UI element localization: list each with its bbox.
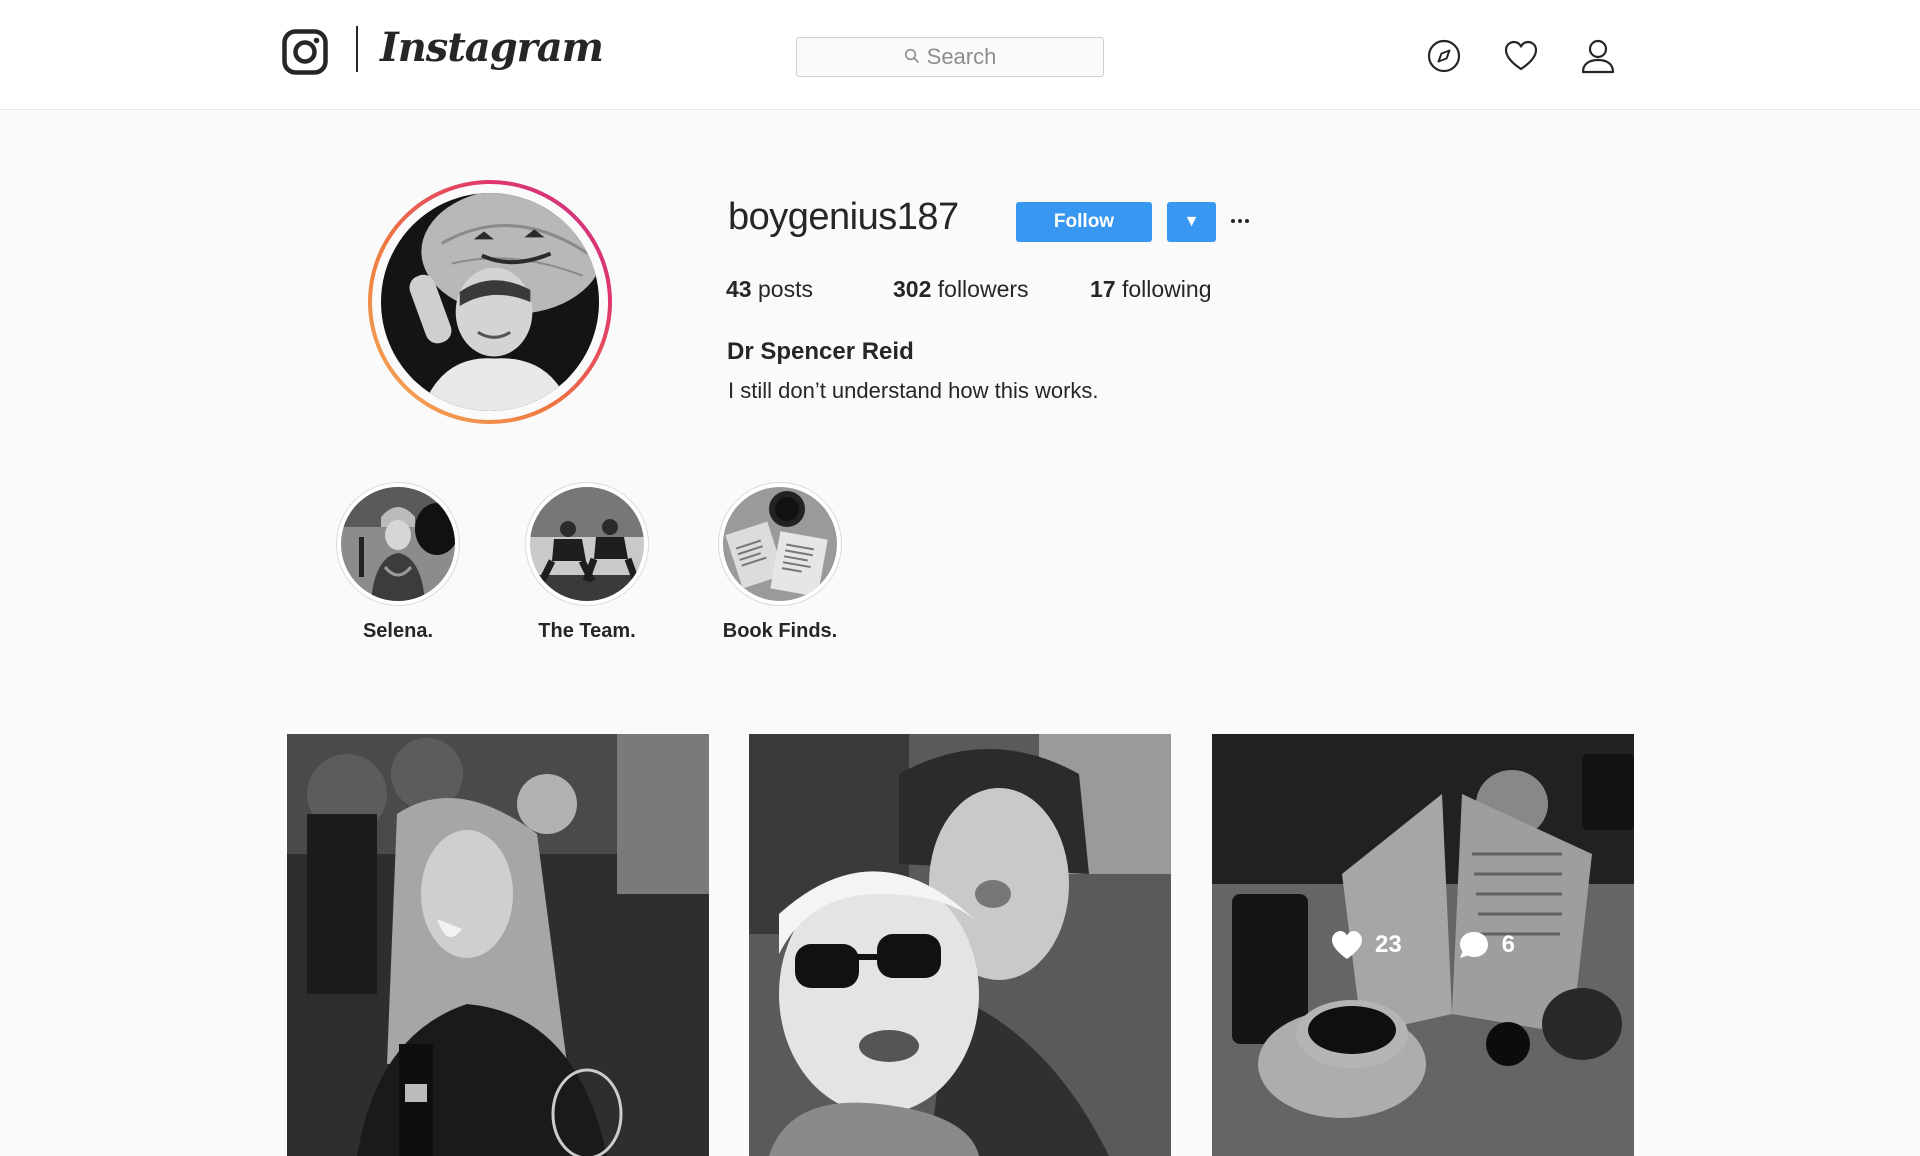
post-thumbnail[interactable] (749, 734, 1171, 1156)
post-thumbnail[interactable]: 23 6 (1212, 734, 1634, 1156)
post-thumbnail[interactable] (287, 734, 709, 1156)
posts-count: 43 (726, 276, 752, 302)
instagram-wordmark[interactable]: Instagram (380, 24, 604, 71)
highlight-the-team[interactable]: The Team. (525, 482, 649, 642)
highlight-photo (723, 487, 837, 601)
comments-count: 6 (1501, 931, 1516, 958)
following-label: following (1121, 276, 1212, 302)
profile-icon[interactable] (1580, 38, 1616, 74)
post-photo (287, 734, 709, 1156)
followers-label: followers (937, 276, 1029, 302)
heart-filled-icon (1331, 931, 1362, 959)
profile-bio: I still don’t understand how this works. (728, 378, 1099, 403)
following-count: 17 (1090, 276, 1116, 302)
more-options-icon[interactable] (1228, 206, 1252, 236)
top-navigation-bar: Instagram Search (0, 0, 1920, 110)
profile-username: boygenius187 (728, 196, 959, 238)
posts-stat: 43 posts (726, 276, 813, 303)
followers-count: 302 (893, 276, 932, 302)
post-photo (749, 734, 1171, 1156)
search-icon (904, 44, 920, 70)
highlight-label: Book Finds. (722, 620, 838, 642)
profile-full-name: Dr Spencer Reid (727, 338, 914, 365)
highlight-selena[interactable]: Selena. (336, 482, 460, 642)
highlight-photo (341, 487, 455, 601)
followers-stat[interactable]: 302 followers (893, 276, 1029, 303)
follow-button[interactable]: Follow (1016, 202, 1152, 242)
search-placeholder: Search (926, 44, 997, 69)
instagram-logo-icon[interactable] (282, 29, 328, 75)
logo-divider (356, 26, 358, 72)
likes-count: 23 (1374, 931, 1402, 958)
compass-icon[interactable] (1426, 38, 1462, 74)
search-input[interactable]: Search (796, 37, 1104, 77)
following-stat[interactable]: 17 following (1090, 276, 1211, 303)
likes-stat: 23 (1331, 930, 1402, 960)
suggested-dropdown-button[interactable]: ▼ (1167, 202, 1216, 242)
comments-stat: 6 (1458, 930, 1515, 960)
posts-label: posts (757, 276, 813, 302)
comment-filled-icon (1459, 932, 1488, 958)
post-hover-overlay: 23 6 (1212, 734, 1634, 1156)
profile-avatar[interactable] (368, 180, 612, 424)
highlight-book-finds[interactable]: Book Finds. (718, 482, 842, 642)
highlight-label: Selena. (362, 620, 434, 642)
avatar-photo (381, 193, 599, 411)
caret-down-icon: ▼ (1183, 213, 1200, 230)
highlight-photo (530, 487, 644, 601)
highlight-label: The Team. (538, 620, 636, 642)
heart-icon[interactable] (1503, 38, 1539, 74)
